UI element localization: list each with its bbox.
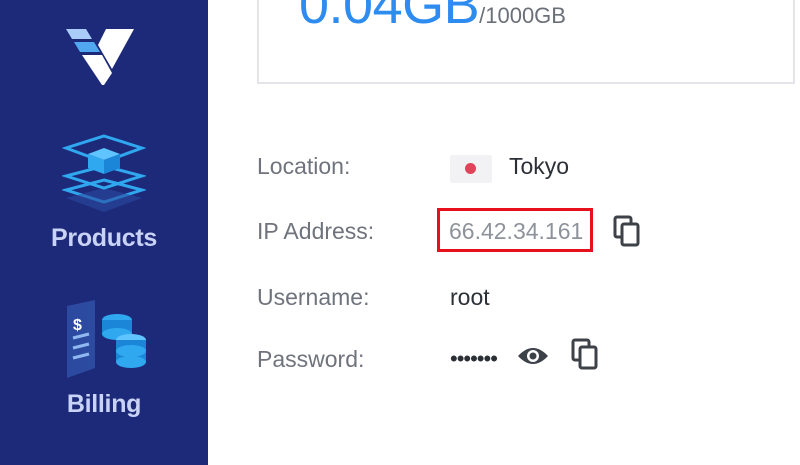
- bandwidth-usage: 0.04GB/1000GB: [299, 0, 566, 36]
- sidebar-item-label: Billing: [66, 390, 142, 418]
- username-label: Username:: [257, 284, 370, 310]
- sidebar: Products $ Billing: [0, 0, 208, 465]
- vultr-logo[interactable]: [64, 25, 136, 87]
- sidebar-item-billing[interactable]: $ Billing: [0, 298, 208, 419]
- products-icon: [62, 134, 146, 212]
- bandwidth-card: 0.04GB/1000GB: [257, 0, 795, 84]
- svg-text:$: $: [73, 317, 82, 334]
- copy-ip-icon[interactable]: [613, 215, 641, 252]
- japan-flag-icon: [450, 155, 492, 183]
- bandwidth-limit: /1000GB: [479, 3, 566, 28]
- password-value: •••••••: [450, 346, 498, 371]
- copy-password-icon[interactable]: [571, 338, 599, 375]
- username-value[interactable]: root: [450, 284, 490, 311]
- ip-address-value[interactable]: 66.42.34.161: [449, 218, 583, 245]
- ip-address-label: IP Address:: [257, 218, 375, 244]
- show-password-eye-icon[interactable]: [517, 344, 549, 373]
- sidebar-item-label: Products: [51, 224, 157, 252]
- location-label: Location:: [257, 153, 351, 179]
- password-label: Password:: [257, 346, 365, 372]
- bandwidth-used: 0.04GB: [299, 0, 480, 35]
- location-value: Tokyo: [509, 153, 570, 179]
- billing-icon: $: [67, 300, 146, 378]
- sidebar-item-products[interactable]: Products: [0, 130, 208, 253]
